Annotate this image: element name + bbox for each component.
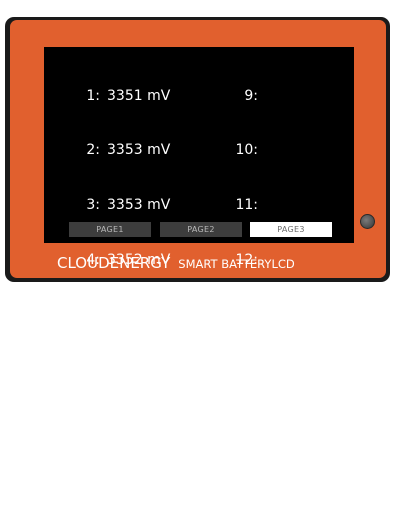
cell-index: 2: — [86, 142, 100, 159]
cell-index: 14: — [235, 362, 258, 379]
cell-voltage: 3351 mV — [107, 87, 171, 104]
cell-voltage: 3353 mV — [107, 197, 171, 214]
cell-voltage: 3353 mV — [107, 142, 171, 159]
tab-page1[interactable]: PAGE1 — [69, 222, 151, 237]
cell-column-left: 1: 3351 mV 2: 3353 mV 3: 3353 mV 4: 3352 mV … — [78, 50, 170, 526]
cell-row: 13: — [230, 306, 265, 324]
tab-page2[interactable]: PAGE2 — [160, 222, 242, 237]
cell-row: 14: — [230, 361, 265, 379]
cell-index: 3: — [86, 197, 100, 214]
cell-index: 7: — [86, 416, 100, 433]
cell-row: 11: — [230, 196, 265, 214]
round-knob-icon[interactable] — [360, 214, 375, 229]
cell-row: 15: — [230, 416, 265, 434]
tab-page3[interactable]: PAGE3 — [250, 222, 332, 237]
cell-index: 10: — [235, 142, 258, 159]
window: 1: 3351 mV 2: 3353 mV 3: 3353 mV 4: 3352 mV … — [0, 0, 396, 488]
cell-index: 13: — [235, 307, 258, 324]
cell-row: 10: — [230, 141, 265, 159]
cell-row: 1: 3351 mV — [78, 87, 170, 105]
cell-index: 8: — [86, 471, 100, 488]
brand-subtitle: SMART BATTERYLCD — [178, 257, 295, 271]
cell-row: 16: — [230, 471, 265, 489]
cell-row: 8: — [78, 471, 170, 489]
brand-name: CLOUDENERGY — [57, 254, 171, 272]
cell-index: 6: — [86, 362, 100, 379]
lcd-screen: 1: 3351 mV 2: 3353 mV 3: 3353 mV 4: 3352 mV … — [44, 47, 354, 488]
cell-index: 9: — [244, 87, 258, 104]
cell-row: 2: 3353 mV — [78, 141, 170, 159]
cell-index: 5: — [86, 307, 100, 324]
brand-footer: CLOUDENERGY SMART BATTERYLCD — [57, 253, 295, 272]
cell-index: 15: — [235, 416, 258, 433]
cell-row: 7: — [78, 416, 170, 434]
cell-index: 1: — [86, 87, 100, 104]
cell-row: 9: — [230, 87, 265, 105]
cell-row: 5: — [78, 306, 170, 324]
cell-row: 6: — [78, 361, 170, 379]
cell-column-right: 9: 10: 11: 12: 13: 14: 15: 16: — [230, 50, 265, 526]
cell-row: 3: 3353 mV — [78, 196, 170, 214]
cell-index: 11: — [235, 197, 258, 214]
cell-index: 16: — [235, 471, 258, 488]
